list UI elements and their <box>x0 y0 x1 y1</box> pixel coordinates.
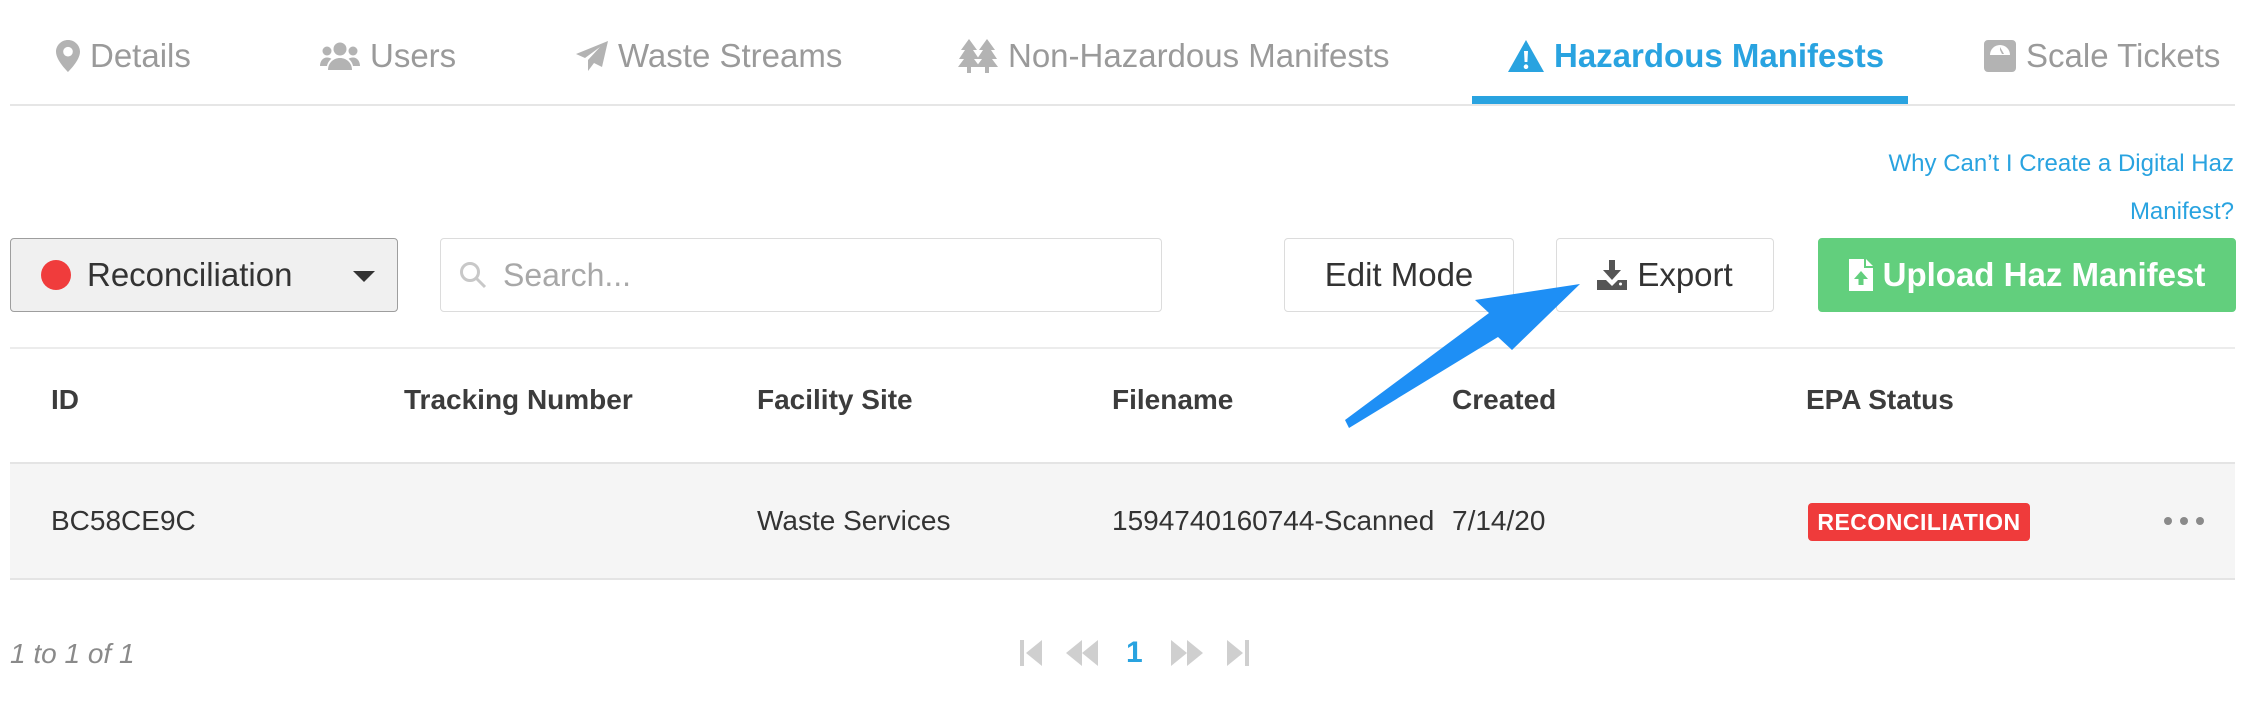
last-page-icon[interactable] <box>1226 640 1249 666</box>
epa-status-badge: RECONCILIATION <box>1808 503 2030 541</box>
tab-scale-tickets[interactable]: Scale Tickets <box>1984 30 2220 82</box>
caret-down-icon <box>353 271 375 282</box>
edit-mode-button[interactable]: Edit Mode <box>1284 238 1514 312</box>
previous-page-icon[interactable] <box>1066 640 1098 666</box>
cell-id: BC58CE9C <box>51 505 196 536</box>
column-header-epa-status[interactable]: EPA Status <box>1806 384 1954 416</box>
first-page-icon[interactable] <box>1020 640 1042 666</box>
tab-bar: Details Users Waste Streams Non-Hazardou… <box>10 0 2235 106</box>
upload-haz-manifest-button[interactable]: Upload Haz Manifest <box>1818 238 2236 312</box>
status-dot <box>41 260 71 290</box>
tab-label: Non-Hazardous Manifests <box>1008 37 1390 74</box>
warning-icon <box>1508 40 1544 72</box>
tab-waste-streams[interactable]: Waste Streams <box>576 30 842 82</box>
upload-label: Upload Haz Manifest <box>1882 256 2206 293</box>
search-icon <box>460 262 487 289</box>
search-input[interactable] <box>503 256 1143 294</box>
row-actions-menu-icon[interactable] <box>2164 507 2204 535</box>
map-pin-icon <box>56 40 80 72</box>
export-button[interactable]: Export <box>1556 238 1774 312</box>
export-label: Export <box>1637 256 1733 293</box>
column-header-created[interactable]: Created <box>1452 384 1556 416</box>
tab-non-hazardous-manifests[interactable]: Non-Hazardous Manifests <box>958 30 1390 82</box>
cell-created: 7/14/20 <box>1452 505 1546 536</box>
digital-haz-manifest-help-link[interactable]: Why Can’t I Create a Digital Haz Manifes… <box>1814 140 2234 236</box>
pagination-info: 1 to 1 of 1 <box>10 638 135 669</box>
tab-label: Waste Streams <box>618 37 843 74</box>
column-header-tracking-number[interactable]: Tracking Number <box>404 384 633 416</box>
tab-label: Users <box>370 37 457 74</box>
tab-label: Scale Tickets <box>2026 37 2221 74</box>
active-tab-indicator <box>1472 96 1908 104</box>
column-header-facility-site[interactable]: Facility Site <box>757 384 913 416</box>
toolbar-divider <box>10 347 2235 349</box>
scale-icon <box>1984 40 2016 72</box>
pagination: 1 <box>1020 636 1249 670</box>
edit-mode-label: Edit Mode <box>1324 256 1474 293</box>
cell-facility-site: Waste Services <box>757 505 951 536</box>
cell-filename: 1594740160744-Scanned <box>1112 505 1435 536</box>
column-header-id[interactable]: ID <box>51 384 79 416</box>
column-header-filename[interactable]: Filename <box>1112 384 1233 416</box>
tab-details[interactable]: Details <box>56 30 191 82</box>
paper-plane-icon <box>576 41 608 71</box>
file-upload-icon <box>1848 259 1873 291</box>
status-filter-select[interactable]: Reconciliation <box>10 238 398 312</box>
users-icon <box>320 42 360 70</box>
download-icon <box>1597 260 1628 290</box>
tab-users[interactable]: Users <box>320 30 456 82</box>
annotation-arrow <box>1345 284 1580 428</box>
tab-hazardous-manifests[interactable]: Hazardous Manifests <box>1508 30 1884 82</box>
tab-label: Hazardous Manifests <box>1554 37 1885 74</box>
status-filter-value: Reconciliation <box>87 256 293 293</box>
trees-icon <box>958 39 998 73</box>
search-field[interactable] <box>440 238 1162 312</box>
tab-label: Details <box>90 37 191 74</box>
next-page-icon[interactable] <box>1170 640 1203 666</box>
current-page-number[interactable]: 1 <box>1126 636 1143 670</box>
